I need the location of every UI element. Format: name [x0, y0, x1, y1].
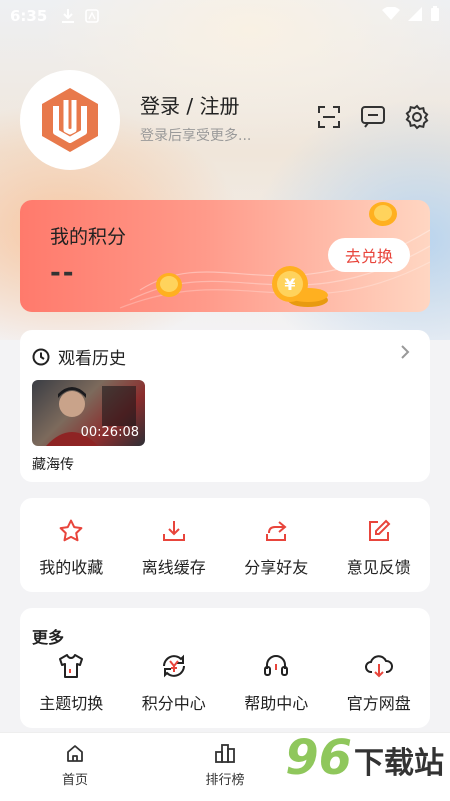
watermark-number: 96 — [285, 730, 352, 786]
offline-cache-label: 离线缓存 — [141, 558, 206, 577]
app-notification-icon — [85, 9, 100, 23]
signal-icon — [408, 7, 422, 25]
watch-history-header[interactable]: 观看历史 — [32, 344, 126, 369]
theme-switch-label: 主题切换 — [39, 694, 104, 713]
redeem-button[interactable]: 去兑换 — [328, 238, 410, 272]
history-item-thumbnail[interactable]: 00:26:08 — [32, 380, 145, 446]
watermark-text: 下载站 — [354, 746, 444, 781]
favorites-label: 我的收藏 — [39, 558, 104, 577]
more-card: 更多 主题切换 积分中心 帮助中心 官方网盘 — [20, 608, 430, 728]
tshirt-icon — [59, 654, 84, 678]
coin-small-icon — [369, 202, 397, 226]
help-center-label: 帮助中心 — [244, 694, 309, 713]
login-hint: 登录后享受更多... — [140, 128, 252, 144]
coin-icon — [156, 273, 182, 297]
status-time: 6:35 — [10, 7, 48, 25]
coin-refresh-icon — [162, 654, 185, 678]
download-icon — [162, 521, 185, 541]
star-icon — [59, 519, 83, 542]
status-bar: 6:35 — [0, 0, 450, 32]
profile-section: 登录 / 注册 登录后享受更多... — [20, 70, 430, 180]
site-watermark: 96 下载站 — [285, 734, 444, 782]
cloud-drive-label: 官方网盘 — [346, 694, 411, 713]
login-register-link[interactable]: 登录 / 注册 — [140, 90, 239, 119]
more-title: 更多 — [32, 628, 65, 647]
battery-icon — [430, 6, 440, 26]
clock-icon — [32, 348, 50, 365]
history-item-title[interactable]: 藏海传 — [32, 454, 74, 474]
headset-icon — [264, 655, 289, 676]
points-card: 我的积分 -- ¥ 去兑换 — [20, 200, 430, 312]
app-logo-icon — [42, 88, 98, 152]
offline-cache-button[interactable]: 离线缓存 — [123, 518, 226, 578]
tab-ranking[interactable]: 排行榜 — [150, 733, 300, 801]
settings-gear-icon[interactable] — [404, 104, 430, 130]
cloud-drive-button[interactable]: 官方网盘 — [328, 652, 431, 714]
points-value: -- — [50, 258, 76, 288]
svg-text:¥: ¥ — [284, 275, 295, 294]
share-label: 分享好友 — [244, 558, 309, 577]
scan-icon[interactable] — [316, 104, 342, 130]
header-actions — [316, 104, 430, 130]
favorites-button[interactable]: 我的收藏 — [20, 518, 123, 578]
tab-ranking-label: 排行榜 — [205, 773, 245, 788]
edit-icon — [368, 519, 391, 541]
home-icon — [67, 745, 83, 762]
coin-stack-icon: ¥ — [272, 266, 328, 307]
share-button[interactable]: 分享好友 — [225, 518, 328, 578]
quick-actions-grid: 我的收藏 离线缓存 分享好友 意见反馈 — [20, 518, 430, 578]
help-center-button[interactable]: 帮助中心 — [225, 652, 328, 714]
share-icon — [266, 521, 287, 541]
more-grid: 主题切换 积分中心 帮助中心 官方网盘 — [20, 652, 430, 714]
cloud-download-icon — [364, 655, 393, 678]
tab-home-label: 首页 — [61, 773, 88, 788]
points-center-button[interactable]: 积分中心 — [123, 652, 226, 714]
points-center-label: 积分中心 — [141, 694, 206, 713]
quick-actions-card: 我的收藏 离线缓存 分享好友 意见反馈 — [20, 498, 430, 592]
feedback-button[interactable]: 意见反馈 — [328, 518, 431, 578]
feedback-label: 意见反馈 — [346, 558, 411, 577]
message-icon[interactable] — [360, 104, 386, 130]
tab-home[interactable]: 首页 — [0, 733, 150, 801]
history-item-duration: 00:26:08 — [80, 425, 139, 440]
download-status-icon — [61, 8, 75, 24]
theme-switch-button[interactable]: 主题切换 — [20, 652, 123, 714]
watch-history-title: 观看历史 — [58, 349, 126, 369]
chevron-right-icon[interactable] — [400, 344, 410, 364]
watch-history-card: 观看历史 00:26:08 藏海传 — [20, 330, 430, 482]
avatar[interactable] — [20, 70, 120, 170]
ranking-icon — [215, 744, 235, 763]
wifi-icon — [382, 6, 400, 25]
points-label: 我的积分 — [50, 226, 127, 248]
